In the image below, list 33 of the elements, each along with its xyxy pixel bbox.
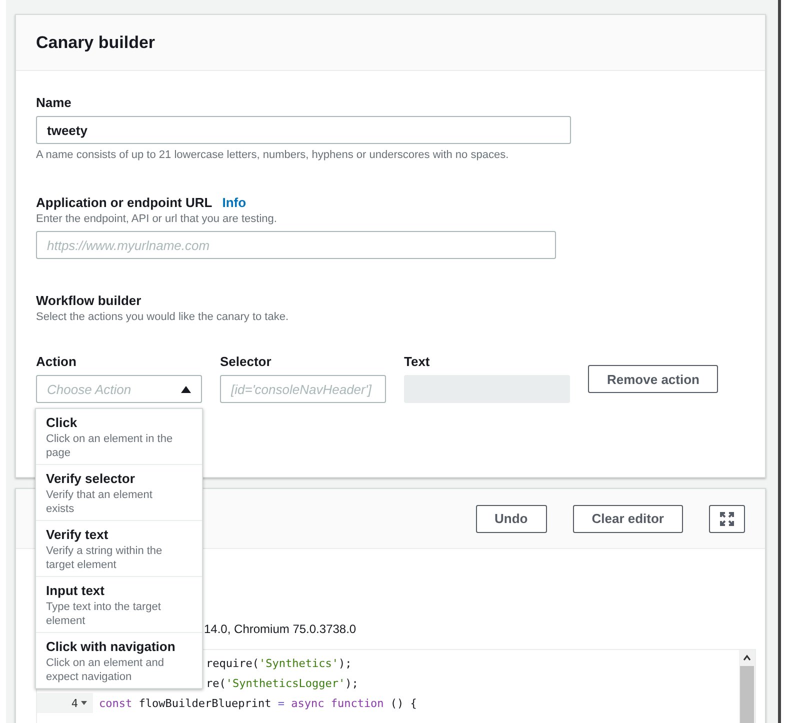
scrollbar[interactable] [739,650,755,723]
expand-icon [720,512,734,526]
section-description: Select the actions you would like the canary to take. [36,311,290,323]
fold-caret-icon[interactable] [81,701,87,705]
menu-option[interactable]: Input text Type text into the target element [36,576,202,632]
field-description: Enter the endpoint, API or url that you are testing. [36,213,278,225]
menu-option[interactable]: Verify text Verify a string within the target element [36,520,202,576]
menu-option[interactable]: Verify selector Verify that an element exists [36,464,202,520]
panel-title: Canary builder [36,32,156,52]
field-label: Action [36,354,76,369]
line-number: 4 [71,696,78,710]
menu-option[interactable]: Click Click on an element in the page [36,409,202,464]
runtime-text: 14.0, Chromium 75.0.3738.0 [204,622,356,636]
remove-action-button[interactable]: Remove action [588,365,718,393]
name-field[interactable]: tweety [36,116,571,144]
code-line: const flowBuilderBlueprint = async function () { [99,696,417,710]
field-label: Selector [220,354,272,369]
url-field[interactable]: https://www.myurlname.com [36,231,556,259]
field-label: Text [404,354,430,369]
fullscreen-button[interactable] [709,504,745,532]
editor-button[interactable]: Clear editor [572,504,683,532]
menu-option[interactable]: Click with navigation Click on an element and expect navigation [36,632,202,688]
code-line: require('Synthetics'); [206,656,352,670]
scroll-up-icon[interactable] [743,654,751,662]
info-link[interactable]: Info [222,195,246,210]
section-title: Workflow builder [36,293,142,308]
code-line: re('SyntheticsLogger'); [206,676,358,690]
selector-field[interactable]: [id='consoleNavHeader'] [220,375,386,403]
field-hint: A name consists of up to 21 lowercase letters, numbers, hyphens or underscores with no spaces. [36,149,510,161]
field-label: Name [36,95,72,110]
field-label: Application or endpoint URL [36,195,212,210]
editor-button[interactable]: Undo [476,504,547,532]
caret-icon [181,386,191,392]
